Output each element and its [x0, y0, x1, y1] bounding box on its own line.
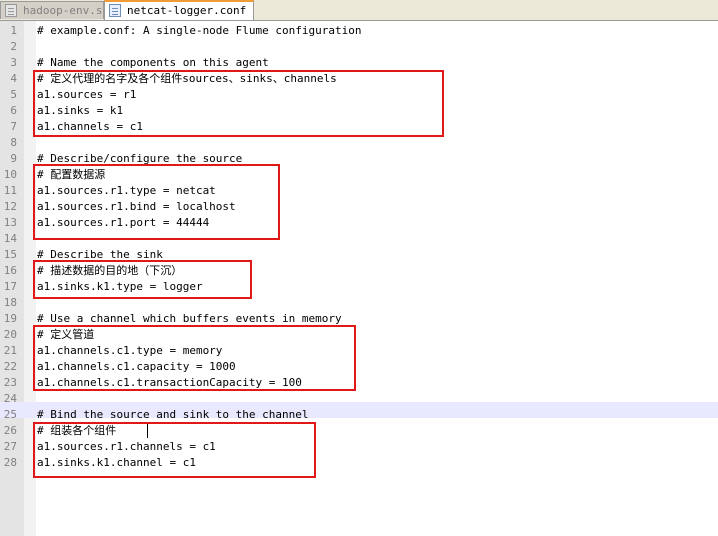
tab-label: hadoop-env.sh [23, 4, 104, 17]
line-number: 3 [10, 56, 17, 69]
highlight-box-sink [33, 260, 252, 299]
line-number: 22 [3, 360, 17, 373]
line-number: 19 [3, 312, 17, 325]
line-number: 21 [3, 344, 17, 357]
document-icon [5, 4, 17, 17]
code-line[interactable]: 24 [0, 391, 718, 407]
highlight-box-source [33, 164, 280, 240]
tab-hadoop-env[interactable]: hadoop-env.sh [0, 1, 104, 19]
line-text[interactable]: # Name the components on this agent [37, 55, 269, 71]
highlight-box-components [33, 70, 444, 137]
line-number: 12 [3, 200, 17, 213]
line-number: 6 [10, 104, 17, 117]
line-number: 1 [10, 24, 17, 37]
line-number: 14 [3, 232, 17, 245]
code-line[interactable]: 25 # Bind the source and sink to the chan… [0, 407, 718, 423]
tab-label: netcat-logger.conf [127, 4, 247, 17]
tab-bar: hadoop-env.sh netcat-logger.conf [0, 0, 718, 21]
line-number: 5 [10, 88, 17, 101]
line-number: 17 [3, 280, 17, 293]
code-line[interactable]: 2 [0, 39, 718, 55]
highlight-box-channel [33, 325, 356, 391]
line-number: 11 [3, 184, 17, 197]
line-number: 10 [3, 168, 17, 181]
code-line[interactable]: 3 # Name the components on this agent [0, 55, 718, 71]
line-number: 9 [10, 152, 17, 165]
line-number: 15 [3, 248, 17, 261]
line-number: 8 [10, 136, 17, 149]
line-number: 25 [3, 408, 17, 421]
line-number: 27 [3, 440, 17, 453]
line-number: 13 [3, 216, 17, 229]
code-line[interactable]: 8 [0, 135, 718, 151]
line-text[interactable]: # example.conf: A single-node Flume conf… [37, 23, 362, 39]
document-icon [109, 4, 121, 17]
line-number: 20 [3, 328, 17, 341]
line-number: 18 [3, 296, 17, 309]
line-number: 24 [3, 392, 17, 405]
line-number: 28 [3, 456, 17, 469]
highlight-box-bind [33, 422, 316, 478]
line-text[interactable]: # Bind the source and sink to the channe… [37, 407, 309, 423]
line-number: 2 [10, 40, 17, 53]
line-number: 4 [10, 72, 17, 85]
code-line[interactable]: 1 # example.conf: A single-node Flume con… [0, 23, 718, 39]
line-number: 26 [3, 424, 17, 437]
line-number: 16 [3, 264, 17, 277]
line-number: 7 [10, 120, 17, 133]
tab-netcat-logger[interactable]: netcat-logger.conf [104, 0, 254, 20]
line-number: 23 [3, 376, 17, 389]
